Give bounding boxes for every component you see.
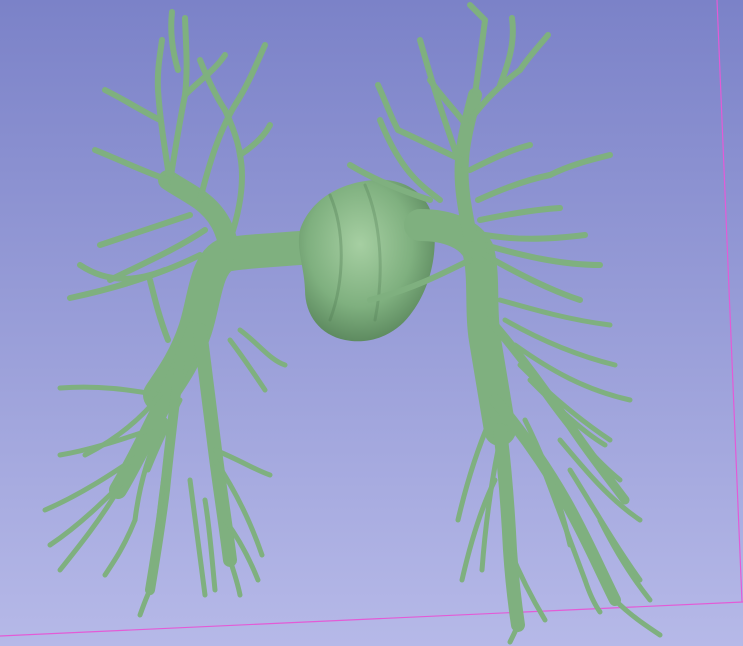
- 3d-viewport[interactable]: [0, 0, 743, 646]
- 3d-scene[interactable]: [0, 0, 743, 646]
